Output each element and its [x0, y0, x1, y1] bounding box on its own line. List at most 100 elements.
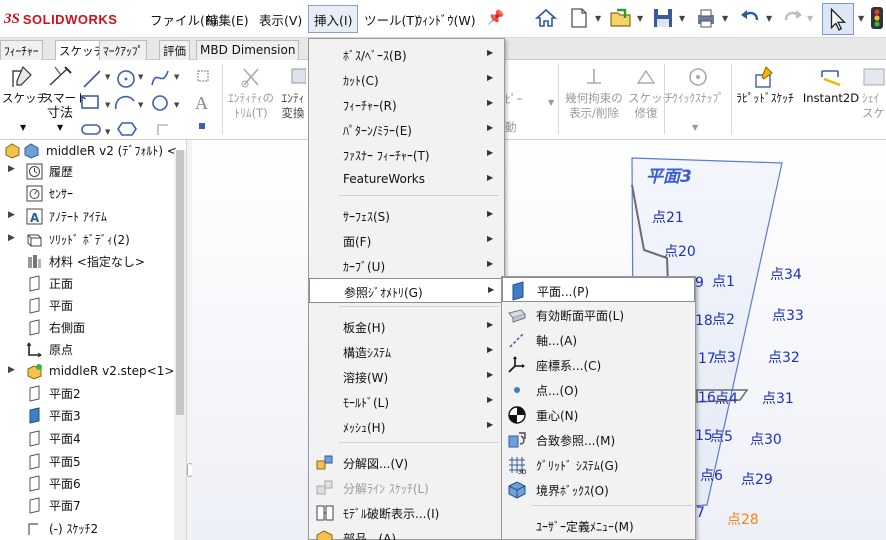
tree-root[interactable]: middleR v2 (ﾃﾞﾌｫﾙﾄ) <	[4, 139, 177, 161]
menu-item-fastener-feature[interactable]: ﾌｧｽﾅｰ ﾌｨｰﾁｬｰ(T) ▶	[309, 142, 504, 167]
tree-item-sensors[interactable]: ｾﾝｻｰ	[26, 182, 73, 204]
traffic-light-icon[interactable]	[868, 6, 886, 30]
menu-item-features[interactable]: ﾌｨｰﾁｬｰ(R) ▶	[309, 92, 504, 117]
tree-item-plane3[interactable]: 平面3	[26, 404, 81, 426]
menu-item-featureworks[interactable]: FeatureWorks ▶	[309, 167, 504, 192]
menu-tools[interactable]: ツール(T)	[364, 10, 419, 29]
menu-item-break-view[interactable]: ﾓﾃﾞﾙ破断表示...(I)	[309, 500, 504, 525]
tree-item-top-plane[interactable]: 平面	[26, 294, 73, 316]
menu-item-cut[interactable]: ｶｯﾄ(C) ▶	[309, 67, 504, 92]
point-label[interactable]: 点32	[768, 347, 800, 367]
tree-item-plane4[interactable]: 平面4	[26, 427, 81, 449]
menu-item-exploded-view[interactable]: 分解図...(V)	[309, 450, 504, 475]
scrollbar-thumb[interactable]	[176, 150, 184, 415]
instant2d-button[interactable]: Instant2D	[800, 65, 862, 106]
chevron-down-icon[interactable]: ▼	[548, 98, 554, 107]
point-label[interactable]: 18	[695, 313, 713, 329]
chevron-down-icon[interactable]: ▼	[692, 123, 698, 132]
tab-features[interactable]: ﾌｨｰﾁｬｰ	[0, 40, 43, 60]
repair-sketch-button[interactable]: スケッチ 修復	[628, 65, 674, 121]
rapid-sketch-button[interactable]: ﾗﾋﾟｯﾄﾞｽｹｯﾁ	[733, 65, 797, 106]
point-label[interactable]: 点4	[715, 388, 738, 408]
sketch-misc-tools[interactable]: A	[194, 65, 214, 135]
chevron-down-icon[interactable]: ▼	[858, 14, 864, 23]
tree-item-right-plane[interactable]: 右側面	[26, 316, 85, 338]
point-label[interactable]: 点34	[770, 264, 802, 284]
point-label[interactable]: 点5	[710, 426, 733, 446]
menu-item-explode-line-sketch[interactable]: 分解ﾗｲﾝ ｽｹｯﾁ(L)	[309, 475, 504, 500]
chevron-down-icon[interactable]: ▼	[57, 123, 63, 132]
display-delete-relations-button[interactable]: 幾何拘束の 表示/削除	[562, 65, 626, 121]
point-label[interactable]: 7	[696, 505, 705, 521]
tree-item-solid-bodies[interactable]: ｿﾘｯﾄﾞ ﾎﾞﾃﾞｨ(2)	[26, 228, 130, 250]
chevron-down-icon[interactable]: ▼	[679, 14, 685, 23]
menu-item-mesh[interactable]: ﾒｯｼｭ(H) ▶	[309, 414, 504, 439]
select-button[interactable]	[822, 3, 854, 35]
submenu-item-customize-menu[interactable]: ﾕｰｻﾞｰ定義ﾒﾆｭｰ(M)	[502, 513, 695, 538]
chevron-down-icon[interactable]: ▼	[595, 14, 601, 23]
submenu-item-live-section-plane[interactable]: 有効断面平面(L)	[502, 302, 695, 327]
menu-view[interactable]: 表示(V)	[259, 10, 302, 29]
submenu-item-mate-reference[interactable]: 合致参照...(M)	[502, 427, 695, 452]
print-icon[interactable]	[694, 6, 718, 30]
tree-item-plane5[interactable]: 平面5	[26, 450, 81, 472]
move-entities-button[interactable]: 動	[505, 120, 517, 135]
submenu-item-plane[interactable]: 平面...(P)	[502, 277, 695, 302]
menu-item-curve[interactable]: ｶｰﾌﾞ(U) ▶	[309, 253, 504, 278]
tree-item-imported-body[interactable]: middleR v2.step<1> -	[26, 360, 183, 382]
menu-item-sheet-metal[interactable]: 板金(H) ▶	[309, 314, 504, 339]
submenu-item-bounding-box[interactable]: 境界ﾎﾞｯｸｽ(O)	[502, 477, 695, 502]
menu-item-structure-system[interactable]: 構造ｼｽﾃﾑ ▶	[309, 339, 504, 364]
tree-item-plane6[interactable]: 平面6	[26, 472, 81, 494]
plane3-label[interactable]: 平面3	[646, 162, 692, 187]
point-label[interactable]: 点33	[772, 305, 804, 325]
point-label[interactable]: 16	[698, 390, 716, 406]
point-label[interactable]: 点21	[652, 207, 684, 227]
point-label[interactable]: 点6	[700, 465, 723, 485]
menu-edit[interactable]: 編集(E)	[206, 10, 249, 29]
menu-item-part[interactable]: 部品...(A)	[309, 525, 504, 540]
home-icon[interactable]	[534, 6, 558, 30]
redo-icon[interactable]	[781, 6, 805, 30]
tree-item-material[interactable]: 材料 <指定なし>	[26, 250, 145, 272]
point-label[interactable]: 点3	[713, 347, 736, 367]
smart-dimension-button[interactable]: スマート 寸法	[42, 65, 88, 121]
point-label[interactable]: 点1	[712, 271, 735, 291]
submenu-item-grid-system[interactable]: 3D ｸﾞﾘｯﾄﾞ ｼｽﾃﾑ(G)	[502, 452, 695, 477]
expand-arrow-icon[interactable]: ▶	[8, 164, 15, 174]
shaded-sketch-contours-button[interactable]: ｼｪｲ スケッ	[862, 65, 886, 121]
submenu-item-point[interactable]: 点...(O)	[502, 377, 695, 402]
expand-arrow-icon[interactable]: ▶	[8, 210, 15, 220]
menu-insert[interactable]: 挿入(I)	[308, 5, 359, 33]
menu-item-boss-base[interactable]: ﾎﾞｽ/ﾍﾞｰｽ(B) ▶	[309, 42, 504, 67]
tree-scrollbar[interactable]	[174, 150, 186, 540]
undo-icon[interactable]	[738, 6, 762, 30]
point-label-highlighted[interactable]: 点28	[727, 509, 759, 529]
tab-mbd-dimension[interactable]: MBD Dimension	[196, 40, 300, 60]
tree-item-sketch2[interactable]: (-) ｽｹｯﾁ2	[26, 517, 98, 539]
chevron-down-icon[interactable]: ▼	[20, 123, 26, 132]
submenu-item-coordinate-system[interactable]: 座標系...(C)	[502, 352, 695, 377]
chevron-down-icon[interactable]: ▼	[807, 14, 813, 23]
submenu-item-center-of-mass[interactable]: 重心(N)	[502, 402, 695, 427]
tab-markup[interactable]: ﾏｰｸｱｯﾌﾟ	[99, 40, 148, 60]
expand-arrow-icon[interactable]: ▶	[8, 365, 15, 375]
menu-item-reference-geometry[interactable]: 参照ｼﾞｵﾒﾄﾘ(G) ▶	[309, 278, 504, 303]
save-icon[interactable]	[651, 6, 675, 30]
menu-item-weldments[interactable]: 溶接(W) ▶	[309, 364, 504, 389]
menu-item-surface[interactable]: ｻｰﾌｪｽ(S) ▶	[309, 203, 504, 228]
tree-item-history[interactable]: 履歴	[26, 160, 73, 182]
tree-item-origin[interactable]: 原点	[26, 338, 73, 360]
point-label[interactable]: 点29	[741, 469, 773, 489]
chevron-down-icon[interactable]: ▼	[766, 14, 772, 23]
expand-arrow-icon[interactable]: ▶	[8, 233, 15, 243]
pin-icon[interactable]: 📌	[487, 10, 504, 26]
trim-entities-button[interactable]: ｴﾝﾃｨﾃｨの ﾄﾘﾑ(T)	[226, 65, 276, 121]
chevron-down-icon[interactable]: ▼	[637, 14, 643, 23]
point-label[interactable]: 点20	[664, 241, 696, 261]
point-label[interactable]: 9	[695, 275, 704, 291]
new-document-icon[interactable]	[567, 6, 591, 30]
chevron-down-icon[interactable]: ▼	[722, 14, 728, 23]
point-label[interactable]: 点30	[750, 429, 782, 449]
tree-item-plane7[interactable]: 平面7	[26, 494, 81, 516]
